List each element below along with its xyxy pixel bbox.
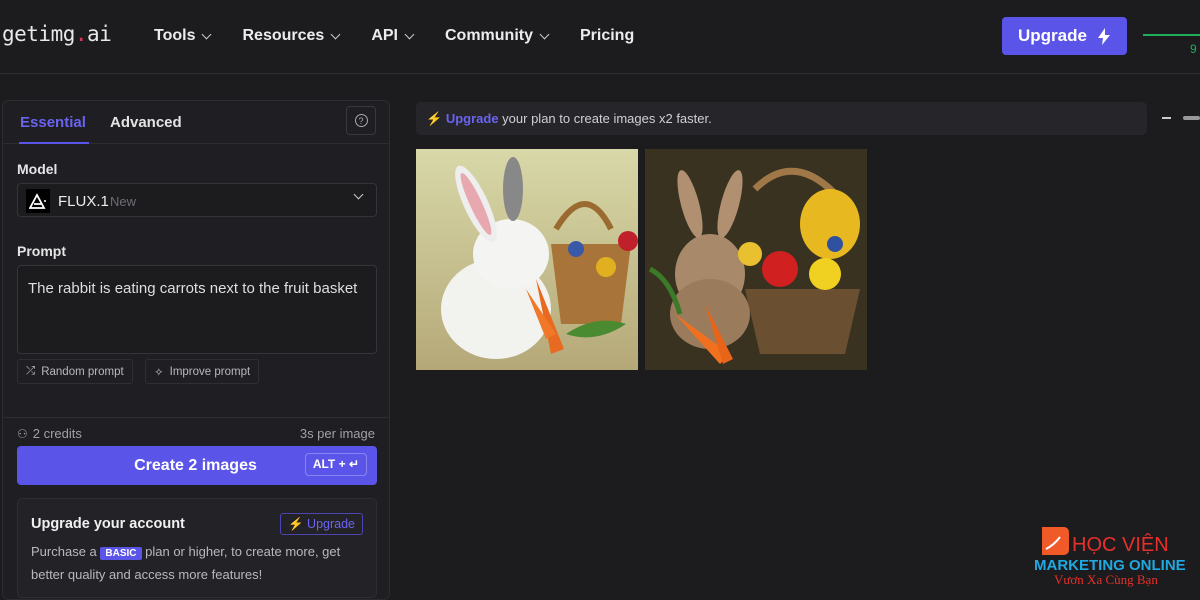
banner-link-text: Upgrade: [445, 111, 499, 126]
upgrade-card: Upgrade your account ⚡ Upgrade Purchase …: [17, 498, 377, 598]
question-icon: ?: [354, 114, 368, 127]
prompt-label: Prompt: [17, 243, 66, 259]
nav-pricing[interactable]: Pricing: [580, 27, 634, 45]
chevron-down-icon: [330, 29, 341, 39]
generate-footer: ⚇ 2 credits 3s per image Create 2 images …: [3, 417, 389, 599]
upgrade-label: Upgrade: [1018, 26, 1087, 45]
shuffle-icon: ⤮: [26, 365, 36, 377]
nav-label: Tools: [154, 27, 196, 44]
improve-prompt-button[interactable]: ✧ Improve prompt: [145, 359, 260, 384]
chevron-down-icon: [353, 189, 364, 200]
prompt-input[interactable]: The rabbit is eating carrots next to the…: [17, 265, 377, 354]
upgrade-button[interactable]: Upgrade: [1002, 17, 1127, 55]
basic-plan-badge: BASIC: [100, 547, 142, 560]
upgrade-card-title: Upgrade your account: [31, 516, 185, 532]
flux-logo-icon: [26, 189, 50, 213]
logo-dot: .: [74, 22, 88, 46]
banner-upgrade-link[interactable]: ⚡ Upgrade: [426, 111, 499, 126]
card-upgrade-label: Upgrade: [307, 517, 355, 531]
panel-tabs: Essential Advanced ?: [3, 101, 389, 144]
chevron-down-icon: [202, 29, 212, 39]
nav-resources[interactable]: Resources: [242, 27, 341, 45]
credit-progress-bar: [1143, 34, 1200, 36]
credits-info: ⚇ 2 credits: [17, 426, 82, 441]
enter-icon: ↵: [348, 457, 359, 471]
model-name: FLUX.1: [58, 193, 109, 210]
chevron-down-icon: [539, 29, 550, 39]
card-upgrade-button[interactable]: ⚡ Upgrade: [279, 513, 363, 535]
upgrade-banner: ⚡ Upgrade your plan to create images x2 …: [416, 102, 1147, 135]
zoom-slider[interactable]: [1183, 116, 1200, 120]
model-new-badge: New: [110, 194, 137, 209]
main-nav: Tools Resources API Community Pricing: [154, 27, 666, 45]
nav-label: Resources: [242, 27, 325, 44]
generated-image-1[interactable]: [416, 149, 638, 370]
nav-tools[interactable]: Tools: [154, 27, 212, 45]
logo-text: getimg: [2, 22, 75, 46]
lightning-icon: [1097, 27, 1110, 45]
nav-api[interactable]: API: [371, 27, 415, 45]
time-per-image: 3s per image: [299, 426, 375, 441]
nav-community[interactable]: Community: [444, 27, 550, 45]
nav-label: Community: [444, 27, 533, 44]
settings-panel: Essential Advanced ? Model FLUX.1 New Pr…: [2, 100, 390, 600]
watermark-logo: HỌC VIỆN MARKETING ONLINE Vươn Xa Cùng B…: [1034, 527, 1194, 589]
sparkle-icon: ✧: [154, 366, 164, 379]
tab-essential[interactable]: Essential: [19, 114, 89, 144]
improve-prompt-label: Improve prompt: [169, 365, 251, 378]
lightning-icon: ⚡: [287, 517, 304, 531]
coins-icon: ⚇: [17, 426, 28, 441]
zoom-out-icon[interactable]: [1162, 117, 1171, 119]
svg-text:Vươn Xa Cùng Bạn: Vươn Xa Cùng Bạn: [1054, 572, 1158, 587]
svg-text:HỌC VIỆN: HỌC VIỆN: [1072, 533, 1169, 556]
generated-image-2[interactable]: [645, 149, 867, 370]
model-label: Model: [17, 161, 58, 177]
shortcut-hint: ALT + ↵: [304, 453, 367, 476]
upgrade-card-text: Purchase a BASIC plan or higher, to crea…: [31, 541, 371, 585]
shortcut-text: ALT +: [312, 457, 346, 471]
banner-text: your plan to create images x2 faster.: [502, 111, 712, 126]
random-prompt-label: Random prompt: [41, 365, 124, 378]
top-nav: getimg.ai Tools Resources API Community …: [0, 0, 1200, 74]
logo[interactable]: getimg.ai: [2, 22, 112, 46]
chevron-down-icon: [404, 29, 415, 39]
create-images-button[interactable]: Create 2 images ALT + ↵: [17, 446, 377, 485]
credits-text: 2 credits: [32, 426, 82, 441]
credit-count: 9: [1190, 42, 1197, 56]
nav-label: Pricing: [579, 27, 635, 44]
model-select[interactable]: FLUX.1 New: [17, 183, 377, 217]
help-button[interactable]: ?: [346, 106, 376, 135]
tab-advanced[interactable]: Advanced: [110, 114, 182, 131]
random-prompt-button[interactable]: ⤮ Random prompt: [17, 359, 133, 384]
card-text-before: Purchase a: [31, 544, 97, 559]
nav-label: API: [371, 27, 398, 44]
logo-tld: ai: [87, 22, 112, 46]
